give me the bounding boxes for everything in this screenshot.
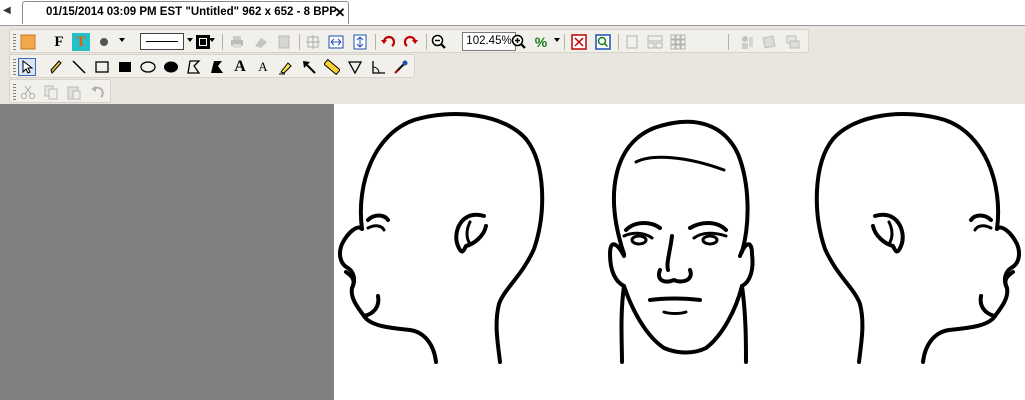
fit-width-icon[interactable] <box>327 33 345 51</box>
fit-height-icon[interactable] <box>351 33 369 51</box>
zoom-dropdown-icon[interactable] <box>554 38 560 42</box>
head-diagram-image <box>338 112 1021 364</box>
toolbar-separator <box>375 34 376 50</box>
font-button[interactable]: F <box>50 33 68 51</box>
info-icon[interactable] <box>738 33 756 51</box>
line-style-dropdown-icon[interactable] <box>187 38 193 42</box>
protractor-icon[interactable] <box>369 58 387 76</box>
zoom-window-icon[interactable] <box>594 33 612 51</box>
close-tab-icon[interactable]: ✕ <box>333 5 347 21</box>
cut-icon[interactable] <box>19 83 37 101</box>
fit-to-window-icon[interactable] <box>570 33 588 51</box>
fit-page-icon[interactable] <box>304 33 322 51</box>
paste-icon[interactable] <box>65 83 83 101</box>
brush-dot-icon[interactable] <box>95 33 113 51</box>
document-tab[interactable]: 01/15/2014 03:09 PM EST "Untitled" 962 x… <box>22 1 349 24</box>
toolbar-grip[interactable] <box>13 59 16 75</box>
toolbar-separator <box>564 34 565 50</box>
toolbar-grip[interactable] <box>13 34 16 50</box>
print-preview-icon[interactable] <box>275 33 293 51</box>
scroll-left-arrow-icon[interactable]: ◀ <box>3 4 13 18</box>
print-icon[interactable] <box>228 33 246 51</box>
line-tool-icon[interactable] <box>70 58 88 76</box>
rotate-right-icon[interactable] <box>402 33 420 51</box>
toolbar-grip[interactable] <box>13 84 16 100</box>
ruler-icon[interactable] <box>323 58 341 76</box>
fill-color-button[interactable] <box>19 33 37 51</box>
text-color-button[interactable]: T <box>72 33 90 51</box>
rotate-left-icon[interactable] <box>379 33 397 51</box>
main-toolbar: F T 102.45% % <box>9 29 809 53</box>
undo-icon[interactable] <box>88 83 106 101</box>
annotation-icon[interactable] <box>761 33 779 51</box>
image-canvas[interactable] <box>334 104 1025 400</box>
polygon-filled-icon[interactable] <box>208 58 226 76</box>
scan-icon[interactable] <box>252 33 270 51</box>
rectangle-filled-icon[interactable] <box>116 58 134 76</box>
text-tool-button[interactable]: A <box>231 58 249 76</box>
document-tab-title: 01/15/2014 03:09 PM EST "Untitled" 962 x… <box>46 6 337 18</box>
drawing-toolbar: A A <box>9 54 415 78</box>
document-tab-bar: ◀ 01/15/2014 03:09 PM EST "Untitled" 962… <box>0 0 1025 25</box>
text-style-button[interactable]: A <box>254 58 272 76</box>
edit-toolbar <box>9 79 111 103</box>
thumbnail-grid-icon[interactable] <box>669 33 687 51</box>
single-page-icon[interactable] <box>623 33 641 51</box>
two-page-icon[interactable] <box>646 33 664 51</box>
ellipse-outline-icon[interactable] <box>139 58 157 76</box>
zoom-in-icon[interactable] <box>510 33 528 51</box>
zoom-percent-button[interactable]: % <box>532 33 550 51</box>
highlighter-icon[interactable] <box>277 58 295 76</box>
toolbar-separator <box>222 34 223 50</box>
layers-icon[interactable] <box>784 33 802 51</box>
stroke-color-button[interactable] <box>194 33 212 51</box>
toolbar-area: F T 102.45% % A A <box>0 25 1025 105</box>
angle-polygon-icon[interactable] <box>346 58 364 76</box>
zoom-level-input[interactable]: 102.45% <box>462 32 516 51</box>
polygon-outline-icon[interactable] <box>185 58 203 76</box>
ellipse-filled-icon[interactable] <box>162 58 180 76</box>
brush-dropdown-icon[interactable] <box>119 38 125 42</box>
select-pointer-icon[interactable] <box>18 58 36 76</box>
rectangle-outline-icon[interactable] <box>93 58 111 76</box>
zoom-out-icon[interactable] <box>430 33 448 51</box>
workspace-background <box>0 104 334 400</box>
toolbar-separator <box>426 34 427 50</box>
toolbar-separator <box>299 34 300 50</box>
arrow-tool-icon[interactable] <box>300 58 318 76</box>
toolbar-separator <box>618 34 619 50</box>
stamp-icon[interactable] <box>392 58 410 76</box>
copy-icon[interactable] <box>42 83 60 101</box>
pencil-icon[interactable] <box>47 58 65 76</box>
line-style-select[interactable] <box>140 33 184 50</box>
toolbar-separator <box>728 34 729 50</box>
stroke-color-dropdown-icon[interactable] <box>209 38 215 42</box>
